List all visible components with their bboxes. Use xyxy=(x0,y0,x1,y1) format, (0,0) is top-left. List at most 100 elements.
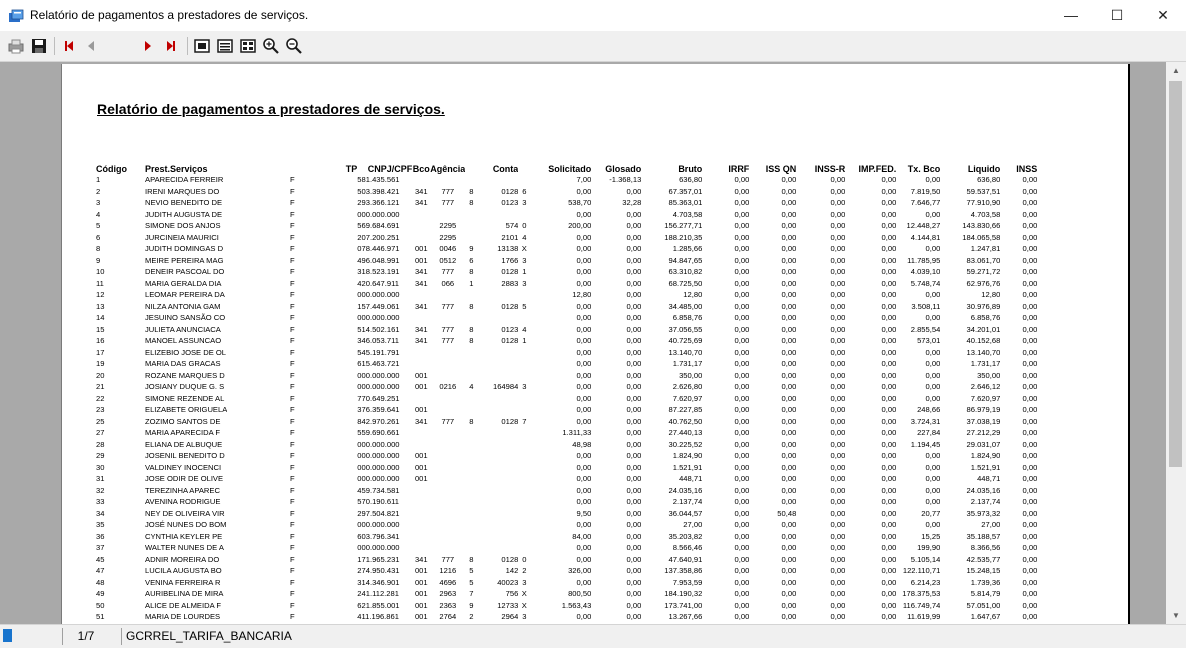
table-cell: 0,00 xyxy=(734,324,750,334)
table-cell: 621.855.001 xyxy=(357,600,400,610)
zoom-out-icon[interactable] xyxy=(285,37,303,55)
table-cell: 2363 xyxy=(439,600,457,610)
previous-page-icon[interactable] xyxy=(82,37,100,55)
scrollbar-thumb[interactable] xyxy=(1169,81,1182,467)
table-cell: ELIZEBIO JOSE DE OL xyxy=(145,347,227,357)
table-cell xyxy=(430,404,465,416)
table-cell: LUCILA AUGUSTA BO xyxy=(145,566,222,575)
table-cell: 0,00 xyxy=(781,336,797,345)
table-cell xyxy=(430,542,465,554)
table-cell: JURCINEIA MAURICI xyxy=(145,232,219,242)
maximize-button[interactable]: ☐ xyxy=(1094,0,1140,31)
table-cell: 1216 xyxy=(439,566,457,575)
table-cell: 001 xyxy=(414,462,428,472)
last-page-icon[interactable] xyxy=(162,37,180,55)
vertical-scrollbar[interactable]: ▲ ▼ xyxy=(1166,62,1186,624)
table-cell: 0,00 xyxy=(881,347,897,357)
printer-icon[interactable] xyxy=(7,37,25,55)
table-cell: 0,00 xyxy=(881,186,897,196)
table-cell: 30 xyxy=(96,462,105,472)
table-cell: 8 xyxy=(469,301,474,311)
table-cell: 4.144,81 xyxy=(910,232,941,242)
zoom-in-icon[interactable] xyxy=(262,37,280,55)
table-cell: 20,77 xyxy=(921,508,941,518)
table-cell: F xyxy=(289,497,295,506)
table-cell: 0123 xyxy=(501,324,519,334)
scroll-up-icon[interactable]: ▲ xyxy=(1166,62,1186,79)
table-cell: JUDITH DOMINGAS D xyxy=(145,244,224,253)
table-cell: 346.053.711 xyxy=(357,336,399,345)
table-cell xyxy=(430,174,465,186)
table-cell: 16 xyxy=(96,336,105,345)
table-cell: X xyxy=(521,589,527,598)
table-cell: 0,00 xyxy=(881,359,897,368)
table-cell: 30.976,89 xyxy=(966,301,1001,311)
table-cell xyxy=(465,531,477,543)
whole-page-icon[interactable] xyxy=(193,37,211,55)
table-cell: 1.824,90 xyxy=(672,451,703,460)
page-width-icon[interactable] xyxy=(216,37,234,55)
table-cell xyxy=(518,531,530,543)
table-cell: 448,71 xyxy=(679,474,703,483)
table-cell xyxy=(430,209,465,221)
save-icon[interactable] xyxy=(30,37,48,55)
table-cell: 8 xyxy=(469,186,474,196)
table-cell: 0,00 xyxy=(576,336,592,345)
table-cell: 0,00 xyxy=(734,347,750,357)
table-cell: 0,00 xyxy=(830,589,846,598)
first-page-icon[interactable] xyxy=(60,37,78,55)
table-cell: 0,00 xyxy=(1022,198,1038,207)
table-cell: 94.847,65 xyxy=(668,255,703,265)
table-cell: 0,00 xyxy=(1022,600,1038,610)
table-row: 31 JOSE ODIR DE OLIVE F 000.000.000 001 0,00 0… xyxy=(96,473,1037,485)
table-cell xyxy=(518,496,530,508)
table-cell: 48,98 xyxy=(572,439,592,449)
close-button[interactable]: ✕ xyxy=(1140,0,1186,31)
table-cell: 318.523.191 xyxy=(357,267,400,276)
table-cell: MEIRE PEREIRA MAG xyxy=(145,255,224,265)
table-cell: 0,00 xyxy=(1022,612,1038,621)
table-cell: WALTER NUNES DE A xyxy=(145,543,224,552)
table-cell xyxy=(518,508,530,520)
table-cell: 3 xyxy=(96,198,101,207)
table-cell: 12,80 xyxy=(572,290,592,299)
table-cell: 2295 xyxy=(439,232,457,242)
table-cell: 0,00 xyxy=(1022,359,1038,368)
table-cell xyxy=(477,347,518,359)
table-cell: 34 xyxy=(96,508,105,518)
table-cell xyxy=(477,370,518,382)
report-viewport[interactable]: Relatório de pagamentos a prestadores de… xyxy=(0,62,1166,624)
table-cell: F xyxy=(289,612,295,621)
table-cell: 0,00 xyxy=(1022,324,1038,334)
table-cell: 514.502.161 xyxy=(357,324,400,334)
table-cell: 1.311,33 xyxy=(562,428,592,437)
table-cell: LEOMAR PEREIRA DA xyxy=(145,290,225,299)
table-cell: 341 xyxy=(414,324,428,334)
table-cell: 0,00 xyxy=(781,577,797,587)
table-cell xyxy=(518,473,530,485)
table-cell: 0,00 xyxy=(734,209,750,219)
table-cell: 0,00 xyxy=(925,244,941,253)
table-cell: F xyxy=(289,451,295,460)
table-cell: 27.440,13 xyxy=(668,428,703,437)
table-row: 3 NEVIO BENEDITO DE F 293.366.121 341 777 8 012… xyxy=(96,197,1037,209)
table-cell: 0,00 xyxy=(881,336,897,345)
scroll-down-icon[interactable]: ▼ xyxy=(1166,607,1186,624)
table-cell: 0,00 xyxy=(1022,186,1038,196)
multi-page-icon[interactable] xyxy=(239,37,257,55)
table-cell: 0,00 xyxy=(881,566,897,575)
table-cell: 8.366,56 xyxy=(970,543,1001,552)
table-cell: 199,90 xyxy=(917,543,941,552)
next-page-icon[interactable] xyxy=(139,37,157,55)
table-cell: 0,00 xyxy=(734,393,750,403)
table-cell: 0,00 xyxy=(881,497,897,506)
table-cell: 0,00 xyxy=(1022,474,1038,483)
table-cell: 3 xyxy=(522,382,527,391)
minimize-button[interactable]: — xyxy=(1048,0,1094,31)
table-cell: 0,00 xyxy=(626,370,642,380)
table-cell: 25 xyxy=(96,416,105,426)
table-cell: 0,00 xyxy=(734,497,750,506)
table-cell: 0,00 xyxy=(881,531,897,541)
table-cell: 0,00 xyxy=(576,462,592,472)
table-cell: 0,00 xyxy=(830,301,846,311)
